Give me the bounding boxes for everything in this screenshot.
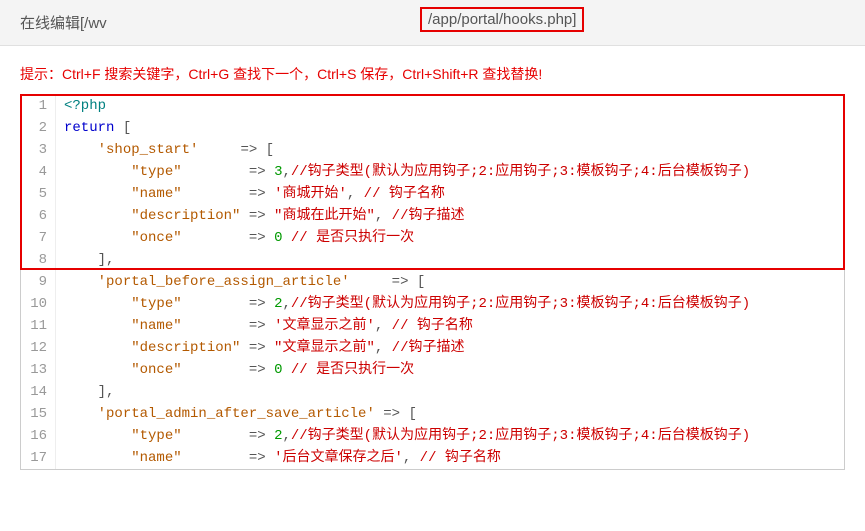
arrow: =>: [182, 230, 274, 246]
string: "name": [131, 186, 181, 202]
code-line[interactable]: 3 'shop_start' => [: [21, 139, 844, 161]
string-cn: '后台文章保存之后': [274, 450, 403, 466]
bracket: [: [114, 120, 131, 136]
string-cn: "文章显示之前": [274, 340, 375, 356]
code-line[interactable]: 16 "type" => 2,//钩子类型(默认为应用钩子;2:应用钩子;3:模…: [21, 425, 844, 447]
editor-wrapper: 1 <?php 2 return [ 3 'shop_start' => [ 4…: [20, 94, 845, 470]
bracket-close: ],: [64, 252, 114, 268]
line-number: 2: [21, 117, 56, 139]
arrow: =>: [182, 450, 274, 466]
header-path-highlight: /app/portal/hooks.php]: [420, 7, 584, 32]
header-bar: 在线编辑[/wv /app/portal/hooks.php]: [0, 0, 865, 46]
string: "description": [131, 208, 240, 224]
string: "name": [131, 318, 181, 334]
line-number: 4: [21, 161, 56, 183]
comma: ,: [282, 428, 290, 444]
line-number: 3: [21, 139, 56, 161]
comment: //钩子描述: [383, 340, 464, 356]
string: 'portal_before_assign_article': [98, 274, 350, 290]
code-line[interactable]: 13 "once" => 0 // 是否只执行一次: [21, 359, 844, 381]
comment: // 钩子名称: [355, 186, 445, 202]
code-line[interactable]: 1 <?php: [21, 95, 844, 117]
string: "type": [131, 296, 181, 312]
arrow: =>: [182, 362, 274, 378]
code-line[interactable]: 6 "description" => "商城在此开始", //钩子描述: [21, 205, 844, 227]
keyword-return: return: [64, 120, 114, 136]
code-line[interactable]: 4 "type" => 3,//钩子类型(默认为应用钩子;2:应用钩子;3:模板…: [21, 161, 844, 183]
bracket-close: ],: [64, 384, 114, 400]
code-line[interactable]: 7 "once" => 0 // 是否只执行一次: [21, 227, 844, 249]
line-number: 13: [21, 359, 56, 381]
comma: ,: [282, 296, 290, 312]
code-line[interactable]: 9 'portal_before_assign_article' => [: [21, 271, 844, 293]
code-line[interactable]: 14 ],: [21, 381, 844, 403]
comma: ,: [282, 164, 290, 180]
arrow: =>: [182, 428, 274, 444]
arrow: =>: [240, 340, 274, 356]
arrow: => [: [350, 274, 426, 290]
code-line[interactable]: 11 "name" => '文章显示之前', // 钩子名称: [21, 315, 844, 337]
string: "type": [131, 164, 181, 180]
arrow: => [: [375, 406, 417, 422]
string-cn: "商城在此开始": [274, 208, 375, 224]
line-number: 16: [21, 425, 56, 447]
comment: // 是否只执行一次: [282, 230, 414, 246]
keyboard-hint: 提示：Ctrl+F 搜索关键字，Ctrl+G 查找下一个，Ctrl+S 保存，C…: [0, 46, 865, 94]
code-line[interactable]: 15 'portal_admin_after_save_article' => …: [21, 403, 844, 425]
string-cn: '商城开始': [274, 186, 347, 202]
line-number: 17: [21, 447, 56, 469]
arrow: =>: [182, 164, 274, 180]
line-number: 5: [21, 183, 56, 205]
php-open-tag: <?php: [64, 98, 106, 114]
string: 'shop_start': [98, 142, 199, 158]
comma: ,: [375, 208, 383, 224]
code-line[interactable]: 12 "description" => "文章显示之前", //钩子描述: [21, 337, 844, 359]
line-number: 6: [21, 205, 56, 227]
line-number: 12: [21, 337, 56, 359]
code-line[interactable]: 17 "name" => '后台文章保存之后', // 钩子名称: [21, 447, 844, 469]
line-number: 14: [21, 381, 56, 403]
code-line[interactable]: 5 "name" => '商城开始', // 钩子名称: [21, 183, 844, 205]
string: "type": [131, 428, 181, 444]
line-number: 8: [21, 249, 56, 271]
line-number: 1: [21, 95, 56, 117]
comment: //钩子类型(默认为应用钩子;2:应用钩子;3:模板钩子;4:后台模板钩子): [291, 164, 750, 180]
arrow: =>: [182, 296, 274, 312]
line-number: 10: [21, 293, 56, 315]
code-line[interactable]: 2 return [: [21, 117, 844, 139]
string: "name": [131, 450, 181, 466]
arrow: =>: [182, 318, 274, 334]
line-number: 15: [21, 403, 56, 425]
string: "description": [131, 340, 240, 356]
code-line[interactable]: 8 ],: [21, 249, 844, 271]
comment: // 钩子名称: [411, 450, 501, 466]
comment: // 钩子名称: [383, 318, 473, 334]
string: "once": [131, 362, 181, 378]
line-number: 9: [21, 271, 56, 293]
comma: ,: [375, 340, 383, 356]
comment: //钩子类型(默认为应用钩子;2:应用钩子;3:模板钩子;4:后台模板钩子): [291, 296, 750, 312]
comment: //钩子类型(默认为应用钩子;2:应用钩子;3:模板钩子;4:后台模板钩子): [291, 428, 750, 444]
comment: //钩子描述: [383, 208, 464, 224]
arrow: => [: [198, 142, 274, 158]
string: "once": [131, 230, 181, 246]
comment: // 是否只执行一次: [282, 362, 414, 378]
arrow: =>: [240, 208, 274, 224]
string-cn: '文章显示之前': [274, 318, 375, 334]
header-title: 在线编辑[/wv: [20, 15, 107, 32]
arrow: =>: [182, 186, 274, 202]
code-line[interactable]: 10 "type" => 2,//钩子类型(默认为应用钩子;2:应用钩子;3:模…: [21, 293, 844, 315]
code-editor[interactable]: 1 <?php 2 return [ 3 'shop_start' => [ 4…: [20, 94, 845, 470]
line-number: 11: [21, 315, 56, 337]
line-number: 7: [21, 227, 56, 249]
string: 'portal_admin_after_save_article': [98, 406, 375, 422]
